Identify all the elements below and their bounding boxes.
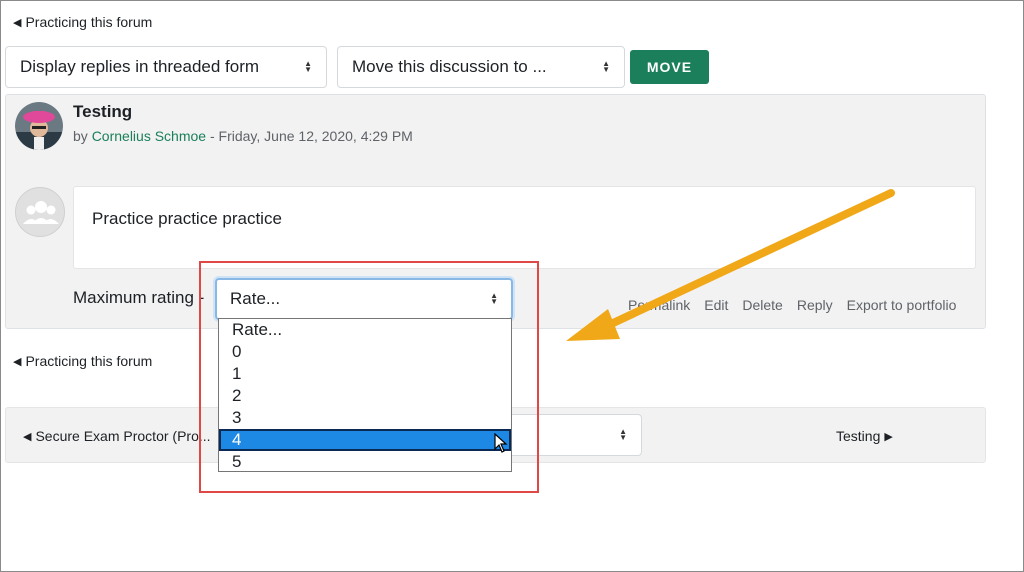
rating-option[interactable]: 1 <box>219 363 511 385</box>
author-link[interactable]: Cornelius Schmoe <box>92 128 206 144</box>
rating-option[interactable]: Rate... <box>219 319 511 341</box>
select-arrows-icon: ▲ ▼ <box>490 291 498 306</box>
back-link-label: Practicing this forum <box>25 14 153 30</box>
display-mode-select[interactable]: Display replies in threaded form ▲ ▼ <box>5 46 327 88</box>
move-discussion-select[interactable]: Move this discussion to ... ▲ ▼ <box>337 46 625 88</box>
triangle-right-icon: ▶ <box>884 430 893 443</box>
post-date: Friday, June 12, 2020, 4:29 PM <box>218 128 413 144</box>
previous-discussion-label: Secure Exam Proctor (Pro... <box>35 428 211 444</box>
select-arrows-icon: ▲ ▼ <box>602 59 610 74</box>
rating-option[interactable]: 5 <box>219 451 511 473</box>
select-arrows-icon: ▲ ▼ <box>304 59 312 74</box>
rating-dropdown-list: Rate... 0 1 2 3 4 5 <box>218 318 512 472</box>
mouse-cursor-icon <box>494 433 508 453</box>
group-avatar <box>15 187 65 237</box>
rating-label: Maximum rating - <box>73 288 204 308</box>
previous-discussion-link[interactable]: ◀ Secure Exam Proctor (Pro... <box>23 428 211 444</box>
byline-prefix: by <box>73 128 88 144</box>
post-byline: by Cornelius Schmoe - Friday, June 12, 2… <box>73 128 413 144</box>
rating-option[interactable]: 3 <box>219 407 511 429</box>
annotation-arrow-icon <box>566 189 895 341</box>
back-link-top[interactable]: ◀ Practicing this forum <box>13 14 152 30</box>
display-mode-value: Display replies in threaded form <box>20 57 260 76</box>
next-discussion-link[interactable]: Testing ▶ <box>836 428 893 444</box>
next-discussion-label: Testing <box>836 428 881 444</box>
triangle-left-icon: ◀ <box>13 355 22 368</box>
rating-select[interactable]: Rate... ▲ ▼ <box>215 278 513 320</box>
move-button[interactable]: MOVE <box>630 50 709 84</box>
triangle-left-icon: ◀ <box>23 430 32 443</box>
back-link-label: Practicing this forum <box>25 353 153 369</box>
rating-option-highlighted[interactable]: 4 <box>219 429 511 451</box>
post-content-text: Practice practice practice <box>92 209 282 228</box>
back-link-bottom[interactable]: ◀ Practicing this forum <box>13 353 152 369</box>
rating-option[interactable]: 2 <box>219 385 511 407</box>
group-icon <box>23 201 59 224</box>
rating-option[interactable]: 0 <box>219 341 511 363</box>
byline-separator: - <box>206 128 219 144</box>
rating-label-text: Maximum rating <box>73 288 194 307</box>
post-title: Testing <box>73 102 133 121</box>
author-avatar[interactable] <box>15 102 63 150</box>
move-discussion-value: Move this discussion to ... <box>352 57 547 76</box>
select-arrows-icon: ▲ ▼ <box>619 427 627 442</box>
rating-select-value: Rate... <box>230 289 281 308</box>
triangle-left-icon: ◀ <box>13 16 22 29</box>
